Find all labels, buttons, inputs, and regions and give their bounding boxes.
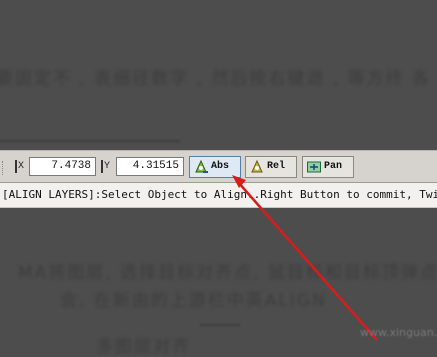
coordinate-toolbar: X 7.4738 Y 4.31515 Abs Rel Pan (0, 150, 437, 183)
y-coordinate-field[interactable]: 4.31515 (116, 157, 184, 176)
y-axis-label: Y (100, 159, 114, 174)
blurred-doc-line-2: MA将图层, 选择目标对齐点, 鼠目标和目标顶弹点的 (18, 263, 437, 283)
blurred-doc-rule (0, 140, 180, 142)
rel-button[interactable]: Rel (245, 156, 297, 178)
command-status-bar: [ALIGN LAYERS]:Select Object to Align..R… (0, 183, 437, 208)
pan-button[interactable]: Pan (302, 156, 354, 178)
blurred-doc-line-3: 会, 在新由的上游栏中英ALIGN (60, 291, 327, 311)
rel-button-label: Rel (267, 161, 286, 172)
x-coordinate-field[interactable]: 7.4738 (29, 157, 96, 176)
pan-button-label: Pan (324, 161, 343, 172)
blurred-doc-line-4: 多图层对齐 (96, 337, 191, 357)
abs-button[interactable]: Abs (189, 156, 241, 178)
rel-mode-icon (251, 159, 263, 173)
blurred-doc-line-1: 要固定不 , 表细径数字 , 然后按右键退 , 等方终 各 (0, 69, 432, 89)
watermark: www.xinguan.net (360, 326, 437, 339)
toolbar-grip[interactable] (2, 161, 6, 175)
blurred-doc-rule-2 (200, 324, 240, 326)
abs-mode-icon (195, 159, 208, 173)
x-axis-label: X (14, 159, 28, 174)
pan-icon (307, 161, 321, 173)
abs-button-label: Abs (211, 161, 230, 172)
